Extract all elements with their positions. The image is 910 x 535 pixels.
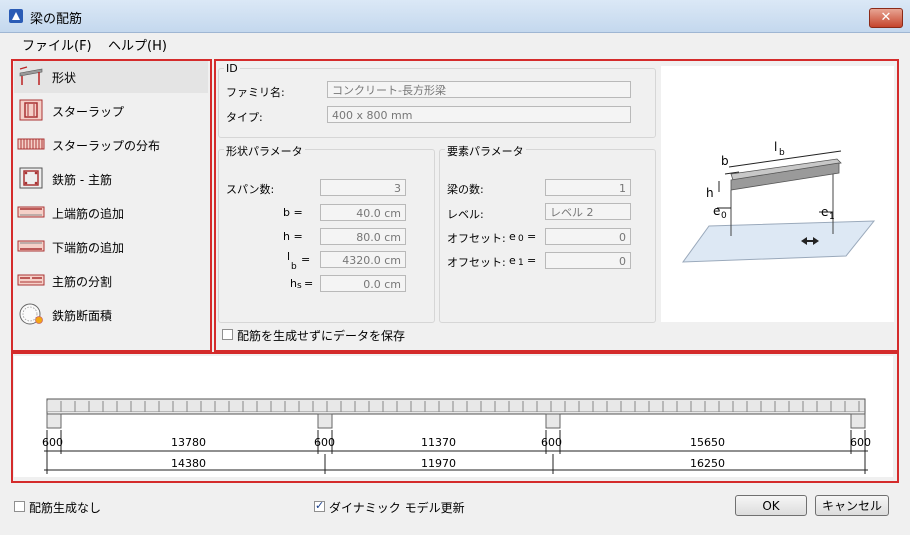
- spans-label: スパン数:: [226, 183, 275, 196]
- support-width-2: 600: [314, 436, 335, 449]
- rebar-area-icon: [19, 303, 43, 325]
- level-label: レベル:: [447, 208, 484, 221]
- menu-bar: ファイル(F) ヘルプ(H): [0, 33, 910, 55]
- sidebar-item-label: 鉄筋断面積: [52, 309, 113, 323]
- sidebar-item-top-bar[interactable]: 上端筋の追加: [14, 197, 208, 229]
- sidebar-item-split-bar[interactable]: 主筋の分割: [14, 265, 208, 297]
- ok-button[interactable]: OK: [735, 495, 807, 516]
- shape-params-title: 形状パラメータ: [224, 143, 305, 159]
- id-group: [218, 68, 656, 138]
- span-2: 11970: [421, 457, 456, 470]
- diagram-b-label: b: [721, 154, 729, 168]
- app-icon: [9, 9, 23, 23]
- sidebar-item-label: スターラップ: [52, 105, 125, 119]
- diagram-h-label: h: [706, 186, 714, 200]
- bottom-bar-icon: [17, 240, 45, 252]
- clear-span-2: 11370: [421, 436, 456, 449]
- sidebar-item-stirrup[interactable]: スターラップ: [14, 95, 208, 127]
- sidebar-item-stirrup-distribution[interactable]: スターラップの分布: [14, 129, 208, 161]
- offset-e1-symbol: e: [509, 254, 516, 267]
- shape-icon: [19, 66, 43, 85]
- sidebar-item-label: 上端筋の追加: [52, 207, 125, 221]
- type-label: タイプ:: [226, 111, 263, 124]
- lb-field[interactable]: 4320.0 cm: [320, 251, 406, 268]
- cancel-button[interactable]: キャンセル: [815, 495, 889, 516]
- support-width-1: 600: [42, 436, 63, 449]
- no-rebar-checkbox[interactable]: [14, 501, 25, 512]
- stirrup-icon: [19, 99, 43, 121]
- family-name-field[interactable]: コンクリート-長方形梁: [327, 81, 631, 98]
- span-3: 16250: [690, 457, 725, 470]
- diagram-lb-subscript: b: [779, 148, 785, 158]
- spans-field[interactable]: 3: [320, 179, 406, 196]
- offset-e1-field[interactable]: 0: [545, 252, 631, 269]
- hs-label: h: [290, 277, 297, 290]
- sidebar-item-rebar-area[interactable]: 鉄筋断面積: [14, 299, 208, 331]
- menu-file[interactable]: ファイル(F): [22, 35, 92, 54]
- no-rebar-label: 配筋生成なし: [29, 501, 102, 515]
- hs-field[interactable]: 0.0 cm: [320, 275, 406, 292]
- split-bar-icon: [17, 274, 45, 286]
- lb-equals: =: [301, 253, 311, 266]
- support-width-4: 600: [850, 436, 871, 449]
- main-rebar-icon: [19, 167, 43, 189]
- element-params-title: 要素パラメータ: [445, 143, 526, 159]
- close-button[interactable]: ✕: [869, 8, 903, 28]
- id-group-title: ID: [224, 62, 240, 75]
- beam-3d-diagram: b l b h e 0 e 1: [661, 66, 894, 322]
- save-without-rebar-label: 配筋を生成せずにデータを保存: [237, 329, 406, 343]
- family-name-label: ファミリ名:: [226, 86, 285, 99]
- offset-e0-symbol: e: [509, 230, 516, 243]
- sidebar-item-label: 鉄筋 - 主筋: [52, 173, 112, 187]
- offset-e0-subscript: 0: [518, 234, 524, 244]
- beam-count-field[interactable]: 1: [545, 179, 631, 196]
- b-field[interactable]: 40.0 cm: [320, 204, 406, 221]
- sidebar-item-shape[interactable]: 形状: [14, 61, 208, 93]
- sidebar-item-main-rebar[interactable]: 鉄筋 - 主筋: [14, 163, 208, 195]
- level-field[interactable]: レベル 2: [545, 203, 631, 220]
- diagram-e1-label: e: [821, 205, 829, 219]
- offset-e0-field[interactable]: 0: [545, 228, 631, 245]
- offset-e1-subscript: 1: [518, 258, 524, 268]
- span-1: 14380: [171, 457, 206, 470]
- sidebar-item-label: スターラップの分布: [52, 139, 161, 153]
- menu-help[interactable]: ヘルプ(H): [108, 35, 167, 54]
- diagram-e0-subscript: 0: [721, 211, 727, 221]
- diagram-lb-label: l: [774, 140, 778, 154]
- diagram-e1-subscript: 1: [829, 212, 835, 222]
- dynamic-update-checkbox[interactable]: [314, 499, 325, 512]
- lb-subscript: b: [291, 262, 297, 272]
- sidebar-item-label: 下端筋の追加: [52, 241, 125, 255]
- lb-label: l: [287, 250, 291, 263]
- h-label: h =: [283, 230, 303, 243]
- offset-e0-equals: =: [527, 230, 537, 243]
- top-bar-icon: [17, 206, 45, 218]
- type-field[interactable]: 400 x 800 mm: [327, 106, 631, 123]
- sidebar-item-label: 形状: [52, 71, 77, 85]
- b-label: b =: [283, 206, 303, 219]
- support-width-3: 600: [541, 436, 562, 449]
- hs-subscript: s: [297, 281, 302, 291]
- stirrup-distribution-icon: [17, 138, 45, 150]
- beam-elevation-view: 600 600 600 600 13780 11370 15650 14380 …: [14, 356, 893, 477]
- offset-e0-label: オフセット:: [447, 232, 506, 245]
- beam-count-label: 梁の数:: [447, 183, 484, 196]
- clear-span-3: 15650: [690, 436, 725, 449]
- window-title: 梁の配筋: [30, 12, 83, 27]
- hs-equals: =: [304, 277, 314, 290]
- h-field[interactable]: 80.0 cm: [320, 228, 406, 245]
- clear-span-1: 13780: [171, 436, 206, 449]
- offset-e1-label: オフセット:: [447, 256, 506, 269]
- sidebar-item-bottom-bar[interactable]: 下端筋の追加: [14, 231, 208, 263]
- offset-e1-equals: =: [527, 254, 537, 267]
- diagram-e0-label: e: [713, 204, 721, 218]
- dynamic-update-label: ダイナミック モデル更新: [329, 501, 465, 515]
- title-bar: 梁の配筋 ✕: [0, 0, 910, 33]
- sidebar-item-label: 主筋の分割: [52, 275, 113, 289]
- save-without-rebar-checkbox[interactable]: [222, 329, 233, 340]
